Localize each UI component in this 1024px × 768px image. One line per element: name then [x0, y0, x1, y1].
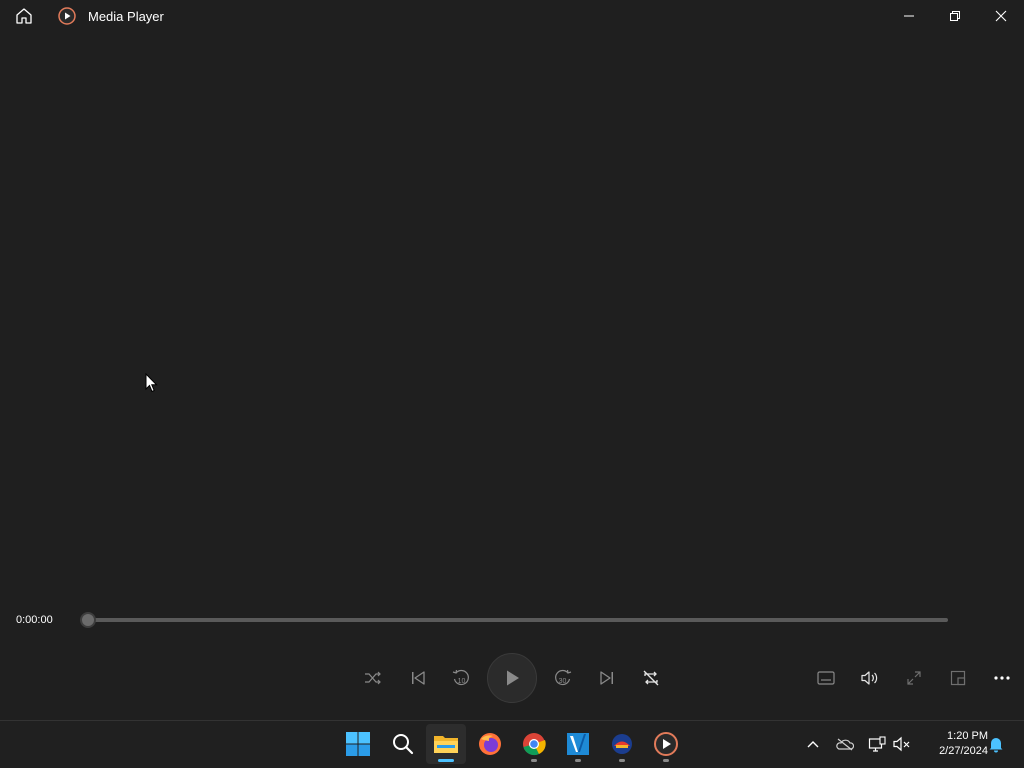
close-icon	[995, 10, 1007, 22]
minimize-button[interactable]	[886, 0, 932, 32]
play-button[interactable]	[487, 653, 537, 703]
active-indicator	[438, 759, 454, 762]
volume-icon	[861, 671, 878, 685]
taskbar-vs-code[interactable]	[558, 724, 598, 764]
volume-button[interactable]	[857, 666, 883, 690]
search-icon	[393, 734, 414, 755]
network-icon	[868, 736, 886, 752]
rewind-label: 10	[458, 678, 466, 685]
mouse-cursor-icon	[145, 372, 159, 393]
taskbar-firefox[interactable]	[470, 724, 510, 764]
vs-code-icon	[567, 733, 589, 755]
taskbar-file-explorer[interactable]	[426, 724, 466, 764]
seek-slider[interactable]	[80, 612, 948, 628]
volume-tray-button[interactable]	[892, 734, 912, 754]
previous-icon	[412, 671, 425, 685]
media-player-icon	[58, 7, 76, 25]
more-icon	[994, 676, 1010, 680]
close-button[interactable]	[978, 0, 1024, 32]
notifications-button[interactable]	[986, 734, 1006, 754]
onedrive-icon	[836, 738, 854, 751]
seek-thumb[interactable]	[80, 612, 96, 628]
shuffle-button[interactable]	[360, 666, 386, 690]
fullscreen-button[interactable]	[901, 666, 927, 690]
file-explorer-icon	[434, 736, 458, 753]
title-bar: Media Player	[0, 0, 1024, 32]
shuffle-icon	[365, 671, 381, 685]
app-icon	[612, 734, 632, 754]
start-button[interactable]	[338, 724, 378, 764]
running-indicator	[531, 759, 537, 762]
repeat-button[interactable]	[638, 666, 664, 690]
taskbar-media-player[interactable]	[646, 724, 686, 764]
chevron-up-icon	[807, 741, 819, 748]
elapsed-time: 0:00:00	[16, 614, 53, 626]
captions-icon	[817, 671, 835, 685]
forward-label: 30	[559, 678, 567, 685]
forward-30-icon: 30	[555, 669, 572, 686]
running-indicator	[619, 759, 625, 762]
restore-button[interactable]	[932, 0, 978, 32]
captions-button[interactable]	[813, 666, 839, 690]
taskbar-clock[interactable]: 1:20 PM 2/27/2024	[918, 729, 988, 759]
rewind-10-button[interactable]: 10	[448, 666, 474, 690]
play-icon	[507, 670, 519, 686]
network-button[interactable]	[867, 734, 887, 754]
chrome-icon	[523, 733, 546, 756]
repeat-icon	[643, 670, 659, 686]
taskbar-app[interactable]	[602, 724, 642, 764]
more-options-button[interactable]	[989, 666, 1015, 690]
running-indicator	[575, 759, 581, 762]
windows-start-icon	[346, 732, 370, 756]
notification-bell-icon	[989, 738, 1003, 753]
taskbar-search-button[interactable]	[383, 724, 423, 764]
clock-time: 1:20 PM	[947, 730, 988, 742]
volume-muted-icon	[893, 736, 910, 752]
taskbar-chrome[interactable]	[514, 724, 554, 764]
fullscreen-icon	[907, 671, 921, 685]
seek-track[interactable]	[86, 618, 948, 622]
rewind-10-icon: 10	[452, 669, 469, 686]
running-indicator	[663, 759, 669, 762]
clock-date: 2/27/2024	[939, 745, 988, 757]
previous-button[interactable]	[405, 666, 431, 690]
next-icon	[600, 671, 613, 685]
forward-30-button[interactable]: 30	[550, 666, 576, 690]
mini-view-icon	[950, 670, 966, 686]
next-button[interactable]	[594, 666, 620, 690]
restore-icon	[950, 11, 960, 21]
media-player-icon	[654, 732, 678, 756]
window-title: Media Player	[88, 9, 164, 24]
onedrive-button[interactable]	[835, 734, 855, 754]
firefox-icon	[479, 733, 501, 755]
show-hidden-icons-button[interactable]	[803, 734, 823, 754]
video-surface[interactable]	[0, 32, 1024, 604]
mini-view-button[interactable]	[945, 666, 971, 690]
home-icon[interactable]	[12, 6, 36, 26]
minimize-icon	[904, 15, 914, 17]
